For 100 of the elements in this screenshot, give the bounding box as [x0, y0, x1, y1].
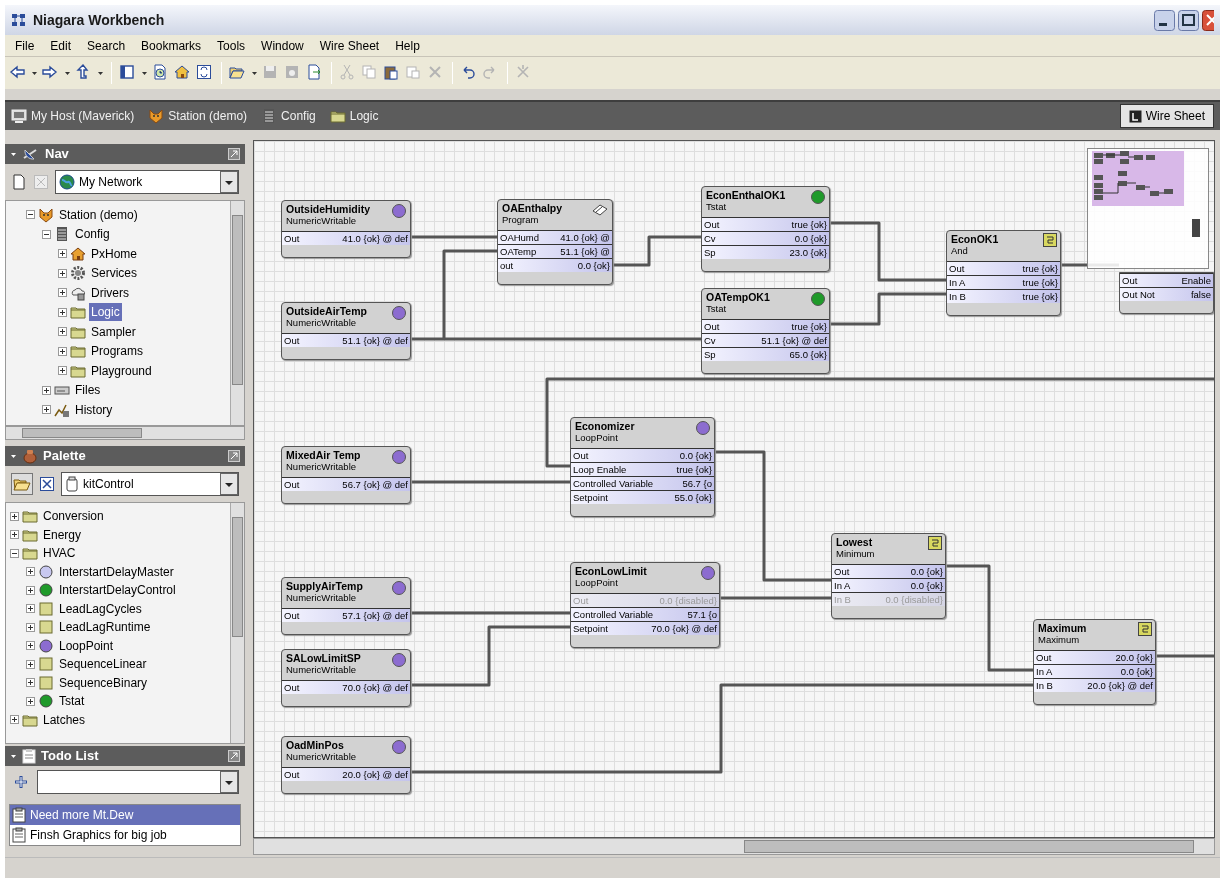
tree-item[interactable]: LoopPoint — [57, 636, 116, 655]
slot-row[interactable]: Out true {ok} — [702, 217, 829, 231]
node-card[interactable]: Economizer LoopPoint Out 0.0 {ok} Loop Enable true {ok} Controlled Variable 56.7 {o Setpoint 55.0 {ok} — [570, 417, 715, 517]
overview-drawing[interactable] — [1087, 148, 1209, 269]
tree-item[interactable]: HVAC — [41, 544, 78, 563]
menu-item[interactable]: File — [7, 36, 43, 55]
close-palette-icon[interactable] — [39, 476, 55, 492]
slot-row[interactable]: In A true {ok} — [947, 275, 1060, 289]
slot-row[interactable]: Out 56.7 {ok} @ def — [282, 477, 410, 491]
expand-icon[interactable] — [26, 678, 35, 688]
dropdown[interactable]: My Network — [55, 170, 239, 194]
tree-item[interactable]: SequenceLinear — [57, 655, 149, 674]
expand-icon[interactable] — [26, 696, 35, 706]
expand-icon[interactable] — [58, 288, 67, 298]
scrollbar[interactable] — [230, 201, 244, 425]
slot-row[interactable]: Out 57.1 {ok} @ def — [282, 608, 410, 622]
slot-row[interactable]: Out 20.0 {ok} — [1034, 650, 1155, 664]
tree-item[interactable]: Station (demo) — [57, 205, 140, 224]
open-folder-icon[interactable] — [229, 64, 247, 82]
paste-icon[interactable] — [383, 64, 401, 82]
menu-item[interactable]: Search — [79, 36, 134, 55]
minimize-icon[interactable] — [1154, 9, 1175, 31]
tree-item[interactable]: PxHome — [89, 244, 139, 263]
tree-item[interactable]: Sampler — [89, 322, 138, 341]
slot-row[interactable]: out 0.0 {ok} — [498, 258, 612, 272]
scrollbar[interactable] — [5, 426, 245, 440]
node-card[interactable]: EconOK1 And Out true {ok} In A true {ok} In B true {ok} — [946, 230, 1061, 316]
slot-row[interactable]: OATemp 51.1 {ok} @ — [498, 244, 612, 258]
slot-row[interactable]: OAHumd 41.0 {ok} @ — [498, 230, 612, 244]
tree-item[interactable]: Programs — [89, 342, 145, 361]
slot-row[interactable]: Out Not false — [1120, 287, 1213, 301]
slot-row[interactable]: Out 41.0 {ok} @ def — [282, 231, 410, 245]
close-icon[interactable] — [1202, 9, 1214, 31]
breadcrumb[interactable]: Config — [261, 107, 316, 125]
open-folder-icon[interactable] — [11, 473, 33, 495]
slot-row[interactable]: Setpoint 55.0 {ok} — [571, 490, 714, 504]
expand-icon[interactable] — [26, 567, 35, 577]
tree-item[interactable]: Services — [89, 264, 139, 283]
slot-row[interactable]: Setpoint 70.0 {ok} @ def — [571, 621, 719, 635]
collapse-icon[interactable] — [42, 229, 51, 239]
scrollbar[interactable] — [253, 838, 1215, 855]
refresh-icon[interactable] — [196, 64, 214, 82]
todo-item[interactable]: Finsh Graphics for big job — [10, 825, 240, 845]
expand-icon[interactable] — [10, 511, 19, 521]
panel-toggle-icon[interactable] — [228, 450, 240, 462]
tree-item[interactable]: Logic — [89, 303, 122, 322]
expand-icon[interactable] — [26, 585, 35, 595]
tree-item[interactable]: Conversion — [41, 507, 106, 526]
wire-sheet-canvas[interactable] — [253, 140, 1215, 838]
node-card[interactable]: Out Enable Out Not false — [1119, 272, 1214, 314]
breadcrumb[interactable]: Station (demo) — [148, 107, 248, 125]
tree-item[interactable]: InterstartDelayMaster — [57, 562, 176, 581]
slot-row[interactable]: Sp 65.0 {ok} — [702, 347, 829, 361]
slot-row[interactable]: Out Enable — [1120, 273, 1213, 287]
expand-icon[interactable] — [58, 268, 67, 278]
expand-icon[interactable] — [58, 327, 67, 337]
node-card[interactable]: OutsideHumidity NumericWritable Out 41.0 {ok} @ def — [281, 200, 411, 258]
new-document-icon[interactable] — [11, 174, 27, 190]
menu-item[interactable]: Window — [253, 36, 312, 55]
slot-row[interactable]: Out 0.0 {ok} — [571, 448, 714, 462]
expand-icon[interactable] — [58, 307, 67, 317]
node-card[interactable]: OATempOK1 Tstat Out true {ok} Cv 51.1 {ok} @ def Sp 65.0 {ok} — [701, 288, 830, 374]
node-card[interactable]: SupplyAirTemp NumericWritable Out 57.1 {ok} @ def — [281, 577, 411, 635]
node-card[interactable]: OutsideAirTemp NumericWritable Out 51.1 {ok} @ def — [281, 302, 411, 360]
collapse-icon[interactable] — [26, 210, 35, 220]
slot-row[interactable]: Sp 23.0 {ok} — [702, 245, 829, 259]
slot-row[interactable]: Out true {ok} — [702, 319, 829, 333]
expand-icon[interactable] — [26, 604, 35, 614]
tree-item[interactable]: History — [73, 400, 115, 419]
dropdown[interactable]: kitControl — [61, 472, 239, 496]
expand-icon[interactable] — [26, 641, 35, 651]
menu-item[interactable]: Wire Sheet — [311, 36, 388, 55]
expand-icon[interactable] — [42, 405, 51, 415]
tree-item[interactable]: LeadLagRuntime — [57, 618, 153, 637]
panel-toggle-icon[interactable] — [228, 148, 240, 160]
expand-icon[interactable] — [26, 622, 35, 632]
tree-item[interactable]: Files — [73, 381, 103, 400]
menu-item[interactable]: Edit — [42, 36, 80, 55]
tree-item[interactable]: Playground — [89, 361, 154, 380]
menu-item[interactable]: Help — [387, 36, 428, 55]
node-card[interactable]: SALowLimitSP NumericWritable Out 70.0 {ok} @ def — [281, 649, 411, 707]
tree-item[interactable]: Tstat — [57, 692, 87, 711]
menu-item[interactable]: Tools — [209, 36, 254, 55]
node-card[interactable]: OAEnthalpy Program OAHumd 41.0 {ok} @ OATemp 51.1 {ok} @ out 0.0 {ok} — [497, 199, 613, 285]
slot-row[interactable]: In A 0.0 {ok} — [1034, 664, 1155, 678]
expand-icon[interactable] — [10, 530, 19, 540]
slot-row[interactable]: Out 0.0 {ok} — [832, 564, 945, 578]
tree-item[interactable]: Config — [73, 225, 112, 244]
tree-item[interactable]: SequenceBinary — [57, 673, 150, 692]
expand-icon[interactable] — [42, 385, 51, 395]
slot-row[interactable]: Cv 0.0 {ok} — [702, 231, 829, 245]
slot-row[interactable]: In B 20.0 {ok} @ def — [1034, 678, 1155, 692]
home-icon[interactable] — [174, 64, 192, 82]
tree-item[interactable]: LeadLagCycles — [57, 599, 144, 618]
side-panel-icon[interactable] — [119, 64, 137, 82]
breadcrumb[interactable]: My Host (Maverick) — [11, 107, 135, 125]
node-card[interactable]: MixedAir Temp NumericWritable Out 56.7 {ok} @ def — [281, 446, 411, 504]
slot-row[interactable]: Out true {ok} — [947, 261, 1060, 275]
slot-row[interactable]: In A 0.0 {ok} — [832, 578, 945, 592]
menu-item[interactable]: Bookmarks — [133, 36, 210, 55]
